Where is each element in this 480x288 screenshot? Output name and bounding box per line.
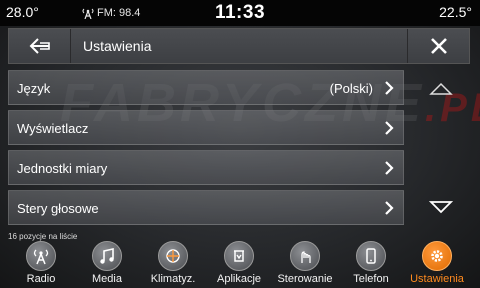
climate-icon [158, 241, 188, 271]
scroll-controls [412, 70, 470, 226]
passenger-temperature[interactable]: 22.5° [439, 4, 472, 20]
nav-label: Aplikacje [216, 273, 262, 285]
status-bar: 28.0° FM: 98.4 11:33 22.5° [0, 0, 480, 26]
close-icon [430, 38, 447, 54]
chevron-right-icon [385, 121, 394, 135]
settings-list: Język (Polski) Wyświetlacz Jednostki mia… [8, 70, 404, 230]
nav-phone[interactable]: Telefon [338, 240, 404, 288]
page-title: Ustawienia [83, 38, 152, 54]
scroll-down-button[interactable] [412, 188, 470, 226]
scroll-up-button[interactable] [412, 70, 470, 108]
nav-label: Ustawienia [410, 273, 464, 285]
nav-label: Telefon [353, 273, 389, 285]
radio-antenna-icon [26, 241, 56, 271]
bottom-nav: Radio Media Klimatyz. Aplikacje Sterowan… [0, 240, 480, 288]
list-item-units[interactable]: Jednostki miary [8, 150, 404, 185]
nav-label: Sterowanie [277, 273, 333, 285]
arrow-left-icon [29, 38, 50, 54]
list-item-label: Język [17, 81, 51, 96]
close-button[interactable] [407, 29, 469, 63]
triangle-down-icon [429, 201, 453, 214]
triangle-up-icon [429, 82, 453, 95]
nav-label: Klimatyz. [150, 273, 196, 285]
nav-label: Media [92, 273, 122, 285]
nav-settings[interactable]: Ustawienia [404, 240, 470, 288]
nav-apps[interactable]: Aplikacje [206, 240, 272, 288]
list-item-label: Stery głosowe [17, 201, 99, 216]
chevron-right-icon [385, 201, 394, 215]
nav-controls[interactable]: Sterowanie [272, 240, 338, 288]
gear-icon [422, 241, 452, 271]
list-item-label: Jednostki miary [17, 161, 108, 176]
settings-screen: 28.0° FM: 98.4 11:33 22.5° Ustawienia .P… [0, 0, 480, 288]
music-note-icon [92, 241, 122, 271]
list-item-label: Wyświetlacz [17, 121, 89, 136]
list-item-value: (Polski) [329, 81, 373, 96]
phone-icon [356, 241, 386, 271]
nav-media[interactable]: Media [74, 240, 140, 288]
controls-icon [290, 241, 320, 271]
list-item-display[interactable]: Wyświetlacz [8, 110, 404, 145]
chevron-right-icon [385, 81, 394, 95]
chevron-right-icon [385, 161, 394, 175]
apps-icon [224, 241, 254, 271]
header-bar: Ustawienia [8, 28, 470, 64]
list-item-language[interactable]: Język (Polski) [8, 70, 404, 105]
clock: 11:33 [214, 2, 266, 23]
nav-radio[interactable]: Radio [8, 240, 74, 288]
list-item-voice-controls[interactable]: Stery głosowe [8, 190, 404, 225]
back-button[interactable] [9, 29, 71, 63]
nav-label: Radio [26, 273, 56, 285]
nav-climate[interactable]: Klimatyz. [140, 240, 206, 288]
